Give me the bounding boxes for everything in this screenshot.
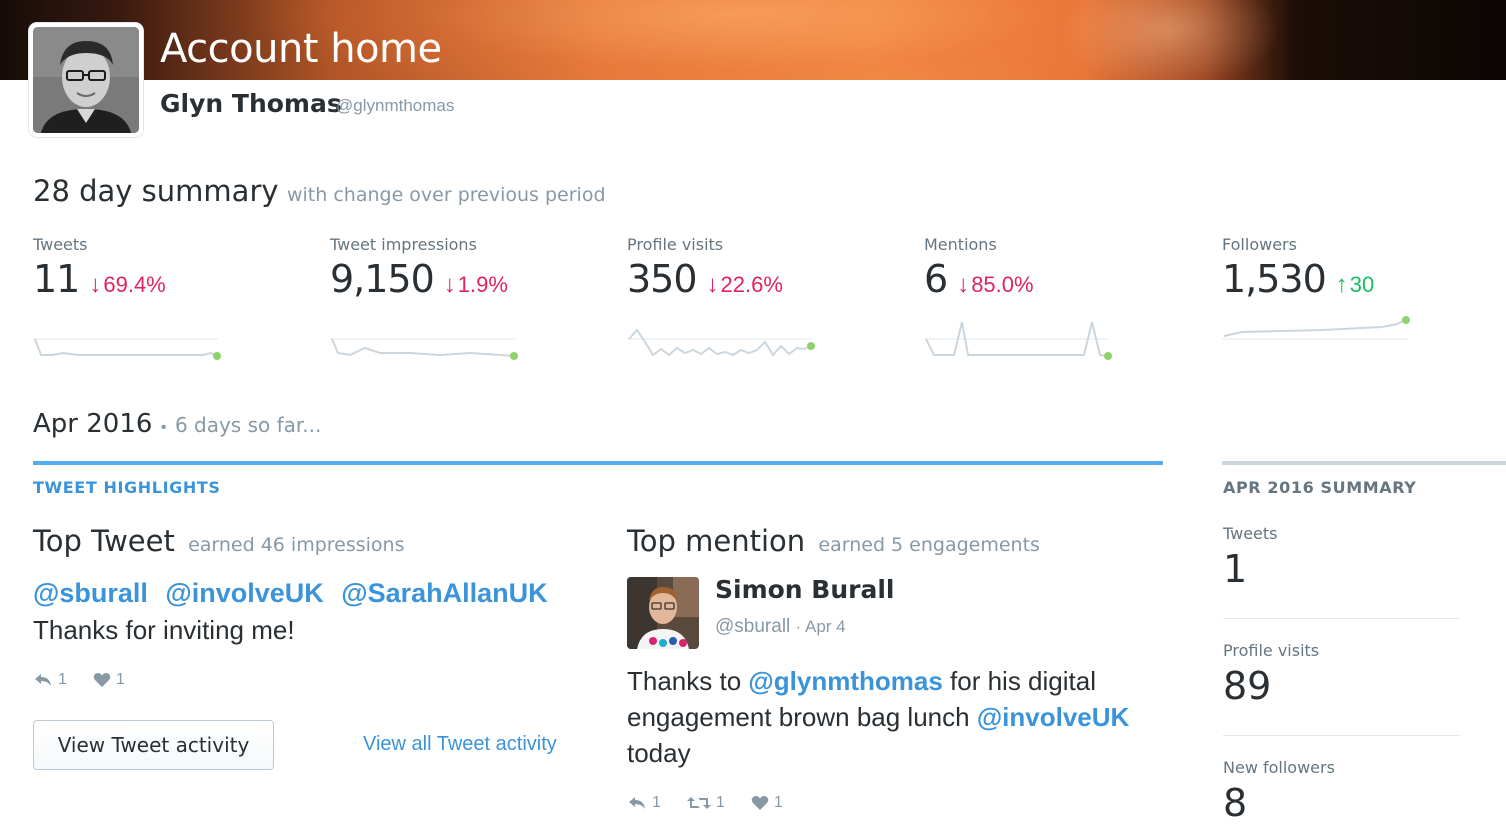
reply-count: 1 [652,794,661,811]
apr-stat-value: 89 [1223,664,1272,708]
period-bullet: • [160,419,167,436]
stat-tweets: Tweets 11 ↓ 69.4% [33,235,303,301]
heart-icon [93,673,111,687]
stat-value: 9,150 [330,257,435,301]
mention-author-handle: @sburall · Apr 4 [715,616,846,638]
stat-value: 11 [33,257,80,301]
sparkline-followers [1222,316,1410,340]
stat-impressions: Tweet impressions 9,150 ↓ 1.9% [330,235,600,301]
like-count: 1 [115,671,125,688]
period-heading: Apr 2016 • 6 days so far... [33,409,321,439]
sparkline-profile-visits [627,328,815,357]
sparkline-mentions [924,321,1112,360]
top-tweet-title: Top Tweet [33,524,175,558]
tweet-highlights-label: TWEET HIGHLIGHTS [33,478,221,497]
stat-label: Tweet impressions [330,235,477,254]
like-action[interactable]: 1 [751,794,783,812]
top-tweet-actions: 1 1 [33,671,151,689]
top-tweet-heading: Top Tweet earned 46 impressions [33,524,405,558]
period-subtitle: 6 days so far... [174,413,322,437]
mention-text: Thanks to @glynmthomas for his digital e… [627,666,1130,768]
reply-count: 1 [58,671,67,688]
top-mention-title: Top mention [627,524,806,558]
sparkline-tweets [33,338,221,360]
stat-value: 1,530 [1222,257,1327,301]
apr-stat-value: 1 [1223,547,1248,591]
stat-value: 350 [627,257,698,301]
summary-heading: 28 day summary with change over previous… [33,174,606,208]
retweet-count: 1 [715,794,725,811]
mention-link[interactable]: @involveUK [977,702,1130,732]
user-name[interactable]: Glyn Thomas [160,89,342,118]
reply-icon [35,674,51,686]
period-title: Apr 2016 [33,409,153,439]
apr-stat-label: Profile visits [1223,641,1320,660]
stat-change: ↓ 1.9% [443,271,508,298]
mention-link[interactable]: @SarahAllanUK [341,578,547,608]
stat-change: ↓ 85.0% [957,271,1034,298]
stat-followers: Followers 1,530 ↑ 30 [1222,235,1492,301]
mention-avatar[interactable] [627,577,699,649]
mention-date[interactable]: · Apr 4 [796,617,846,636]
header-banner: Account home [0,0,1506,80]
reply-icon [629,797,645,809]
profile-avatar[interactable] [29,23,143,137]
apr-stat-profile-visits: Profile visits 89 [1223,641,1460,708]
apr-stat-tweets: Tweets 1 [1223,524,1460,591]
arrow-down-icon: ↓ [706,271,719,298]
stat-profile-visits: Profile visits 350 ↓ 22.6% [627,235,897,301]
apr-stat-new-followers: New followers 8 [1223,758,1460,825]
stat-change: ↓ 22.6% [706,271,783,298]
like-action[interactable]: 1 [93,671,125,689]
sparkline-impressions [330,338,518,360]
user-handle[interactable]: @glynmthomas [336,96,454,116]
stat-mentions: Mentions 6 ↓ 85.0% [924,235,1194,301]
mention-link[interactable]: @sburall [33,578,148,608]
retweet-action[interactable]: 1 [686,794,725,812]
mention-link[interactable]: @involveUK [165,578,323,608]
top-mention-subtitle: earned 5 engagements [818,534,1040,556]
arrow-down-icon: ↓ [89,271,102,298]
summary-divider [1222,461,1506,465]
summary-title: 28 day summary [33,174,279,208]
view-all-tweet-activity-link[interactable]: View all Tweet activity [363,733,557,756]
apr-stat-label: Tweets [1223,524,1278,543]
apr-summary-label: APR 2016 SUMMARY [1223,478,1417,497]
stat-change: ↑ 30 [1335,271,1375,298]
retweet-icon [686,797,711,809]
summary-subtitle: with change over previous period [286,184,606,206]
arrow-up-icon: ↑ [1335,271,1348,298]
top-tweet-text: Thanks for inviting me! [33,615,295,645]
apr-stat-value: 8 [1223,781,1248,825]
like-count: 1 [773,794,783,811]
stat-label: Mentions [924,235,997,254]
view-tweet-activity-button[interactable]: View Tweet activity [33,720,274,770]
page-title: Account home [160,26,442,72]
highlights-divider [33,461,1163,465]
stat-value: 6 [924,257,948,301]
apr-stat-label: New followers [1223,758,1335,777]
stat-label: Profile visits [627,235,724,254]
arrow-down-icon: ↓ [443,271,456,298]
stat-label: Followers [1222,235,1297,254]
mention-link[interactable]: @glynmthomas [748,666,942,696]
apr-divider [1223,735,1460,736]
apr-divider [1223,618,1460,619]
mention-handle[interactable]: @sburall [715,616,790,637]
arrow-down-icon: ↓ [957,271,970,298]
mention-author-name[interactable]: Simon Burall [715,575,895,604]
stat-change: ↓ 69.4% [89,271,166,298]
top-mention-actions: 1 1 1 [627,794,809,812]
top-mention-heading: Top mention earned 5 engagements [627,524,1040,558]
reply-action[interactable]: 1 [33,671,67,689]
reply-action[interactable]: 1 [627,794,661,812]
top-tweet-subtitle: earned 46 impressions [188,534,405,556]
top-tweet-mentions: @sburall @involveUK @SarahAllanUK [33,578,558,609]
stat-label: Tweets [33,235,88,254]
heart-icon [751,796,769,810]
